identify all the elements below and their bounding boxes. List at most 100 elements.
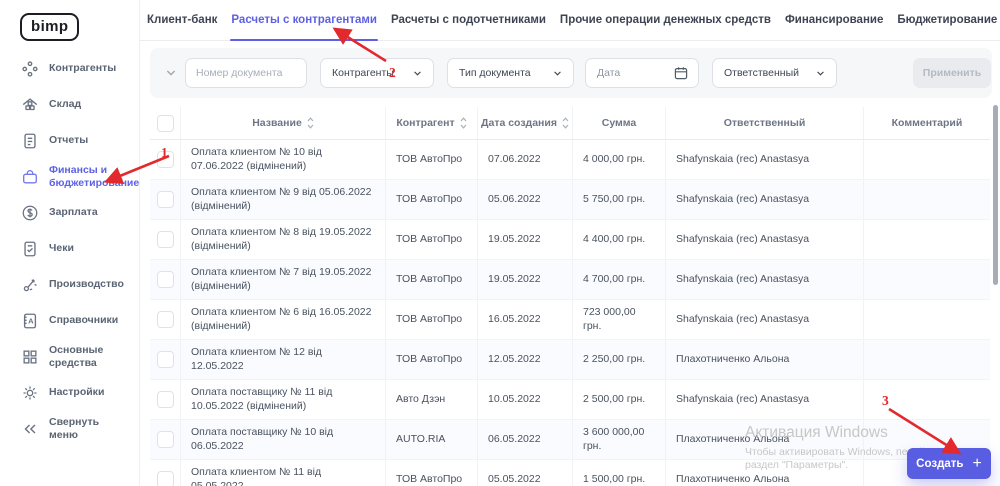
collapse-icon — [20, 419, 40, 439]
row-checkbox[interactable] — [156, 431, 174, 448]
sidebar-item-finance-budgeting[interactable]: Финансы и бюджетирование — [20, 164, 139, 189]
filter-expand-chevron-icon[interactable] — [163, 65, 179, 81]
cell-text: Плахотниченко Альона — [676, 432, 790, 445]
sidebar-item-settings[interactable]: Настройки — [20, 380, 139, 405]
cell-text: Shafynskaia (rec) Anastasya — [676, 272, 810, 285]
sort-icon[interactable] — [460, 117, 467, 129]
sidebar-item-checks[interactable]: Чеки — [20, 236, 139, 261]
document-number-input[interactable] — [185, 58, 307, 88]
cell-comment — [863, 220, 990, 259]
cell-text: 05.06.2022 — [488, 192, 541, 205]
apply-filters-button[interactable]: Применить — [913, 58, 991, 88]
sidebar-item-label: Контрагенты — [49, 62, 117, 75]
table-row[interactable]: Оплата клиентом № 12 від 12.05.2022 ТОВ А… — [150, 340, 990, 380]
tab-contractor-settlements[interactable]: Расчеты с контрагентами — [224, 0, 384, 41]
table-row[interactable]: Оплата клиентом № 11 від 05.05.2022 ТОВ А… — [150, 460, 990, 486]
table-row[interactable]: Оплата клиентом № 9 від 05.06.2022 (відм… — [150, 180, 990, 220]
column-header-creation-date[interactable]: Дата создания — [477, 107, 572, 139]
sidebar-item-directories[interactable]: A Справочники — [20, 308, 139, 333]
cell-contractor: AUTO.RIA — [385, 420, 477, 459]
cell-creation-date: 19.05.2022 — [477, 220, 572, 259]
column-header-name[interactable]: Название — [180, 107, 385, 139]
cell-name: Оплата клиентом № 9 від 05.06.2022 (відм… — [180, 180, 385, 219]
warehouse-icon — [20, 95, 40, 115]
cell-comment — [863, 340, 990, 379]
sort-icon[interactable] — [307, 117, 314, 129]
cell-text: Оплата клиентом № 11 від 05.05.2022 — [191, 466, 322, 486]
table-row[interactable]: Оплата клиентом № 6 від 16.05.2022 (відм… — [150, 300, 990, 340]
sidebar-item-label: Чеки — [49, 242, 74, 255]
row-checkbox-cell — [150, 180, 180, 219]
cell-text: 07.06.2022 — [488, 152, 541, 165]
cell-name: Оплата клиентом № 8 від 19.05.2022 (відм… — [180, 220, 385, 259]
cell-amount: 3 600 000,00 грн. — [572, 420, 665, 459]
contractors-dropdown[interactable]: Контрагенты — [320, 58, 434, 88]
cell-comment — [863, 140, 990, 179]
cell-amount: 5 750,00 грн. — [572, 180, 665, 219]
cell-text: ТОВ АвтоПро — [396, 232, 463, 245]
contractors-dropdown-label: Контрагенты — [332, 67, 394, 79]
cell-text: Плахотниченко Альона — [676, 352, 790, 365]
cell-name: Оплата клиентом № 7 від 19.05.2022 (відм… — [180, 260, 385, 299]
date-picker-placeholder: Дата — [597, 67, 621, 79]
cell-creation-date: 10.05.2022 — [477, 380, 572, 419]
select-all-checkbox[interactable] — [156, 114, 174, 132]
table-row[interactable]: Оплата поставщику № 11 від 10.05.2022 (в… — [150, 380, 990, 420]
row-checkbox[interactable] — [156, 191, 174, 208]
table-row[interactable]: Оплата клиентом № 7 від 19.05.2022 (відм… — [150, 260, 990, 300]
sidebar-item-salary[interactable]: Зарплата — [20, 200, 139, 225]
create-button[interactable]: Создать + — [907, 448, 991, 479]
sidebar-item-label: Основные средства — [49, 344, 104, 369]
top-nav: Клиент-банк Расчеты с контрагентами Расчет… — [140, 0, 1000, 41]
cell-responsible: Shafynskaia (rec) Anastasya — [665, 380, 863, 419]
row-checkbox[interactable] — [156, 351, 174, 368]
row-checkbox[interactable] — [156, 471, 174, 486]
cell-contractor: ТОВ АвтоПро — [385, 340, 477, 379]
tab-accountable-settlements[interactable]: Расчеты с подотчетниками — [384, 0, 553, 40]
row-checkbox-cell — [150, 460, 180, 486]
sidebar-item-fixed-assets[interactable]: Основные средства — [20, 344, 139, 369]
tab-financing[interactable]: Финансирование — [778, 0, 890, 40]
sidebar-item-reports[interactable]: Отчеты — [20, 128, 139, 153]
production-icon — [20, 275, 40, 295]
top-tabs: Клиент-банк Расчеты с контрагентами Расчет… — [140, 0, 1000, 41]
cell-creation-date: 05.05.2022 — [477, 460, 572, 486]
row-checkbox[interactable] — [156, 311, 174, 328]
sidebar-item-label: Справочники — [49, 314, 119, 327]
sidebar-item-label: Свернуть меню — [49, 416, 100, 441]
app-logo: bimp — [20, 13, 80, 41]
tab-client-bank[interactable]: Клиент-банк — [140, 0, 224, 40]
sidebar-item-production[interactable]: Производство — [20, 272, 139, 297]
cell-responsible: Shafynskaia (rec) Anastasya — [665, 220, 863, 259]
salary-icon — [20, 203, 40, 223]
responsible-dropdown[interactable]: Ответственный — [712, 58, 837, 88]
table-row[interactable]: Оплата клиентом № 10 від 07.06.2022 (від… — [150, 140, 990, 180]
row-checkbox[interactable] — [156, 391, 174, 408]
report-icon — [20, 131, 40, 151]
cell-comment — [863, 300, 990, 339]
cell-text: 16.05.2022 — [488, 312, 541, 325]
create-button-label: Создать — [916, 457, 964, 470]
row-checkbox[interactable] — [156, 151, 174, 168]
tab-cash-operations[interactable]: Прочие операции денежных средств — [553, 0, 778, 40]
tab-budgeting[interactable]: Бюджетирование — [890, 0, 1000, 40]
sidebar-item-collapse-menu[interactable]: Свернуть меню — [20, 416, 139, 441]
cell-name: Оплата поставщику № 11 від 10.05.2022 (в… — [180, 380, 385, 419]
sidebar-item-warehouse[interactable]: Склад — [20, 92, 139, 117]
sidebar-item-label: Финансы и бюджетирование — [49, 164, 140, 189]
column-header-label: Сумма — [601, 117, 637, 129]
sort-icon[interactable] — [562, 117, 569, 129]
document-type-dropdown[interactable]: Тип документа — [447, 58, 574, 88]
row-checkbox[interactable] — [156, 271, 174, 288]
cell-responsible: Плахотниченко Альона — [665, 340, 863, 379]
date-picker-field[interactable]: Дата — [585, 58, 699, 88]
vertical-scrollbar[interactable] — [993, 105, 998, 285]
column-header-contractor[interactable]: Контрагент — [385, 107, 477, 139]
sidebar: bimp Контрагенты Склад Отчеты Финансы и бюд… — [0, 0, 140, 486]
row-checkbox[interactable] — [156, 231, 174, 248]
table-row[interactable]: Оплата поставщику № 10 від 06.05.2022 AUT… — [150, 420, 990, 460]
cell-creation-date: 19.05.2022 — [477, 260, 572, 299]
sidebar-item-contractors[interactable]: Контрагенты — [20, 56, 139, 81]
documents-table: Название Контрагент Дата создания Сумма Отве… — [150, 107, 990, 486]
table-row[interactable]: Оплата клиентом № 8 від 19.05.2022 (відм… — [150, 220, 990, 260]
